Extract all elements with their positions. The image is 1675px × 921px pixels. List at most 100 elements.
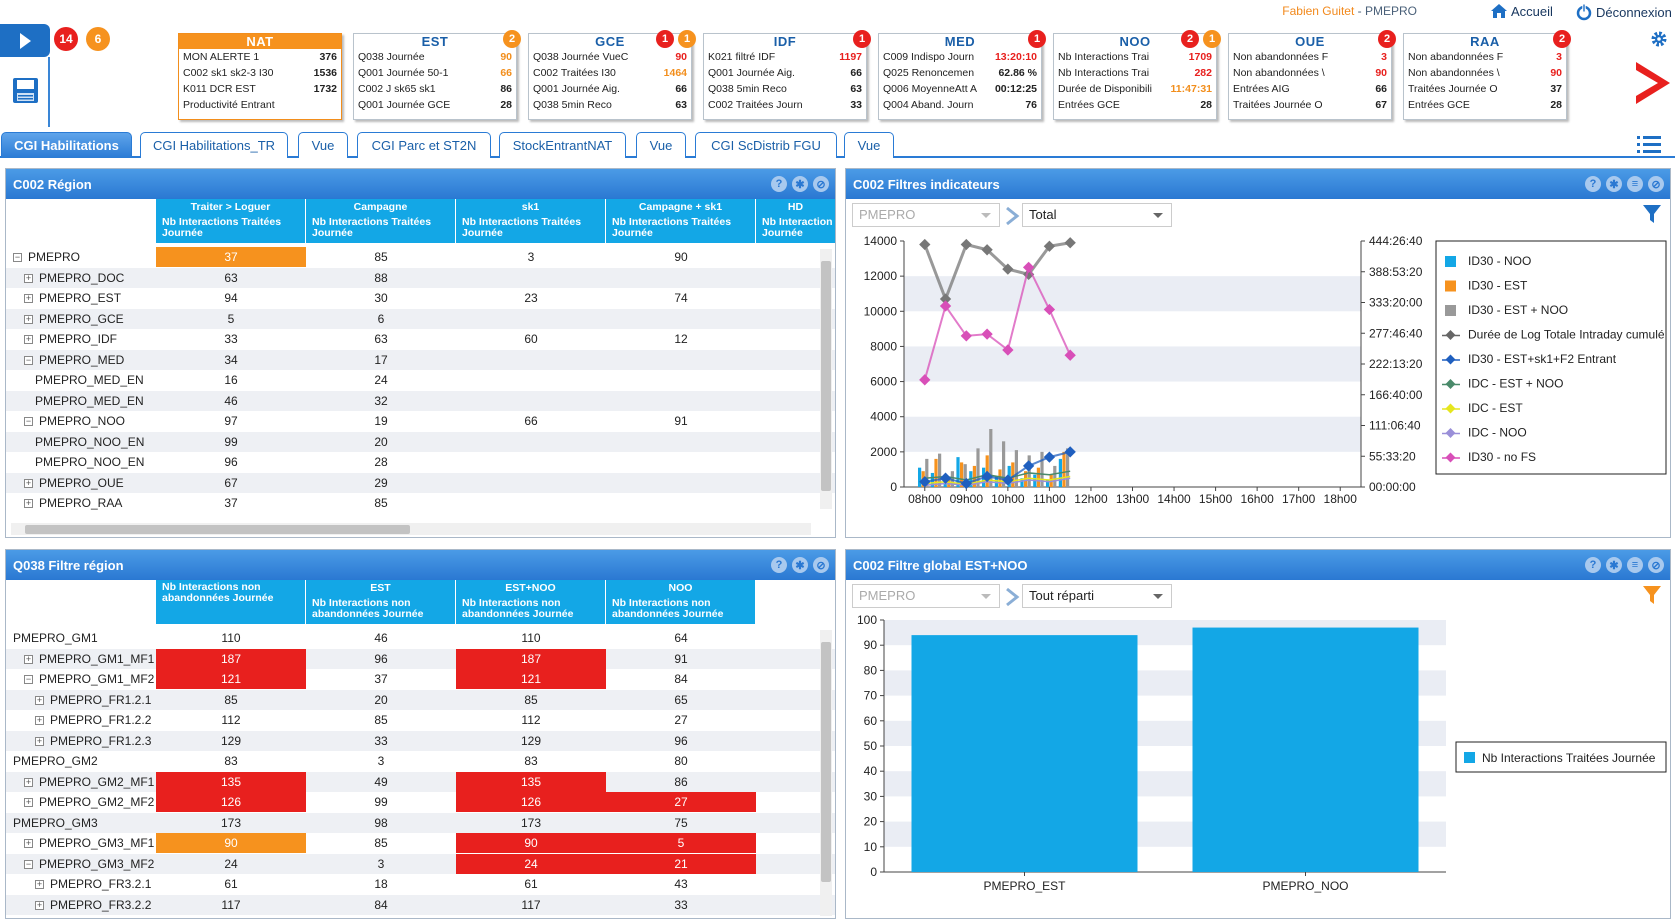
expand-icon[interactable]: + xyxy=(35,900,44,910)
row-label[interactable]: + PMEPRO_EST xyxy=(6,288,156,308)
row-label[interactable]: PMEPRO_NOO_EN xyxy=(6,432,156,452)
row-label[interactable]: − PMEPRO_GM1_MF2 xyxy=(6,669,156,689)
card-red-badge[interactable]: 2 xyxy=(1378,30,1396,48)
table-row[interactable]: + PMEPRO_DOC 63 88 xyxy=(6,267,835,288)
kpi-row[interactable]: Traitées Journée O 67 xyxy=(1229,97,1391,113)
row-label[interactable]: PMEPRO_MED_EN xyxy=(6,370,156,390)
table-row[interactable]: PMEPRO_GM1 110 46 110 64 xyxy=(6,628,835,648)
table-row[interactable]: − PMEPRO_NOO 97 19 66 91 xyxy=(6,411,835,431)
filter-icon[interactable] xyxy=(1642,203,1662,225)
column-subheader[interactable]: Nb Interactions Traitées Journée xyxy=(456,215,606,243)
row-label[interactable]: + PMEPRO_RAA xyxy=(6,493,156,513)
card-orange-badge[interactable]: 2 xyxy=(503,30,521,48)
bar-pmepro_noo[interactable] xyxy=(1192,627,1419,872)
expand-icon[interactable]: + xyxy=(35,880,44,890)
collapse-icon[interactable]: − xyxy=(24,417,33,427)
play-button[interactable] xyxy=(0,24,50,57)
expand-icon[interactable]: + xyxy=(35,695,44,705)
kpi-row[interactable]: Nb Interactions Trai 1709 xyxy=(1054,49,1216,65)
expand-icon[interactable]: + xyxy=(24,798,33,808)
horizontal-scrollbar[interactable] xyxy=(11,523,811,535)
card-red-badge[interactable]: 1 xyxy=(1028,30,1046,48)
column-subheader[interactable]: Nb Interactions Traitées Journée xyxy=(606,215,756,243)
tab-1[interactable]: CGI Habilitations_TR xyxy=(140,132,288,158)
scroll-thumb[interactable] xyxy=(821,642,831,882)
row-label[interactable]: + PMEPRO_GCE xyxy=(6,309,156,329)
column-group-header[interactable]: HD xyxy=(756,199,835,215)
row-label[interactable]: − PMEPRO_NOO xyxy=(6,411,156,431)
expand-icon[interactable]: + xyxy=(24,273,33,283)
kpi-row[interactable]: Non abandonnées F 3 xyxy=(1404,49,1566,65)
column-group-header[interactable]: Campagne + sk1 xyxy=(606,199,756,215)
kpi-row[interactable]: Productivité Entrant xyxy=(179,97,341,113)
table-row[interactable]: PMEPRO_MED_EN 16 24 xyxy=(6,370,835,390)
list-icon[interactable]: ≡ xyxy=(1627,557,1643,573)
expand-icon[interactable]: + xyxy=(24,499,33,509)
kpi-row[interactable]: Q038 5min Reco 63 xyxy=(704,81,866,97)
kpi-row[interactable]: Q001 Journée GCE 28 xyxy=(354,97,516,113)
legend-label[interactable]: IDC - EST xyxy=(1468,401,1523,415)
row-label[interactable]: − PMEPRO xyxy=(6,247,156,267)
expand-icon[interactable]: + xyxy=(35,716,44,726)
legend-label[interactable]: ID30 - no FS xyxy=(1468,450,1536,464)
kpi-row[interactable]: C002 sk1 sk2-3 I30 1536 xyxy=(179,65,341,81)
expand-icon[interactable]: + xyxy=(35,736,44,746)
card-red-badge[interactable]: 1 xyxy=(853,30,871,48)
row-label[interactable]: + PMEPRO_OUE xyxy=(6,473,156,493)
kpi-row[interactable]: Durée de Disponibili 11:47:31 xyxy=(1054,81,1216,97)
kpi-row[interactable]: Q006 MoyenneAtt A 00:12:25 xyxy=(879,81,1041,97)
gear-icon[interactable]: ✱ xyxy=(792,176,808,192)
table-row[interactable]: − PMEPRO 37 85 3 90 xyxy=(6,247,835,267)
filter-icon[interactable] xyxy=(1642,584,1662,606)
kpi-row[interactable]: Non abandonnées \ 90 xyxy=(1404,65,1566,81)
row-label[interactable]: + PMEPRO_DOC xyxy=(6,268,156,288)
kpi-row[interactable]: K021 filtré IDF 1197 xyxy=(704,49,866,65)
table-row[interactable]: PMEPRO_NOO_EN 96 28 xyxy=(6,452,835,472)
table-row[interactable]: + PMEPRO_GM2_MF1 135 49 135 86 xyxy=(6,771,835,792)
kpi-row[interactable]: K011 DCR EST 1732 xyxy=(179,81,341,97)
hscroll-thumb[interactable] xyxy=(25,525,410,534)
kpi-card-idf[interactable]: IDF K021 filtré IDF 1197 Q001 Journée Aig. 6… xyxy=(703,33,867,120)
tab-5[interactable]: Vue xyxy=(636,132,686,158)
row-label[interactable]: + PMEPRO_FR1.2.3 xyxy=(6,731,156,751)
kpi-row[interactable]: C002 Traitées Journ 33 xyxy=(704,97,866,113)
table-row[interactable]: + PMEPRO_FR1.2.1 85 20 85 65 xyxy=(6,689,835,710)
column-group-header[interactable]: Campagne xyxy=(306,199,456,215)
row-label[interactable]: PMEPRO_NOO_EN xyxy=(6,452,156,472)
row-label[interactable]: PMEPRO_GM3 xyxy=(6,813,156,833)
tab-6[interactable]: CGI ScDistrib FGU xyxy=(695,132,837,158)
kpi-row[interactable]: Entrées GCE 28 xyxy=(1404,97,1566,113)
tab-4[interactable]: StockEntrantNAT xyxy=(499,132,626,158)
kpi-row[interactable]: Entrées GCE 28 xyxy=(1054,97,1216,113)
vertical-scrollbar[interactable] xyxy=(820,249,832,509)
kpi-card-est[interactable]: EST Q038 Journée 90 Q001 Journée 50-1 66 C002… xyxy=(353,33,517,120)
kpi-row[interactable]: Q038 5min Reco 63 xyxy=(529,97,691,113)
tab-2[interactable]: Vue xyxy=(298,132,348,158)
list-icon[interactable]: ≡ xyxy=(1627,176,1643,192)
kpi-row[interactable]: MON ALERTE 1 376 xyxy=(179,49,341,65)
expand-icon[interactable]: + xyxy=(24,335,33,345)
region-select[interactable]: PMEPRO xyxy=(852,203,1000,227)
expand-icon[interactable]: + xyxy=(24,777,33,787)
vertical-scrollbar[interactable] xyxy=(820,630,832,916)
collapse-icon[interactable]: − xyxy=(24,675,33,685)
legend-label[interactable]: IDC - NOO xyxy=(1468,426,1527,440)
table-row[interactable]: + PMEPRO_GCE 5 6 xyxy=(6,308,835,329)
table-row[interactable]: PMEPRO_GM2 83 3 83 80 xyxy=(6,751,835,771)
close-icon[interactable]: ⊘ xyxy=(1648,176,1664,192)
close-icon[interactable]: ⊘ xyxy=(813,557,829,573)
column-subheader[interactable]: Nb Interactions non abandonnées Journée xyxy=(606,596,756,624)
column-group-header[interactable]: NOO xyxy=(606,580,756,596)
expand-icon[interactable]: + xyxy=(24,839,33,849)
column-group-header[interactable]: sk1 xyxy=(456,199,606,215)
row-label[interactable]: PMEPRO_MED_EN xyxy=(6,391,156,411)
table-row[interactable]: + PMEPRO_FR1.2.3 129 33 129 96 xyxy=(6,730,835,751)
help-icon[interactable]: ? xyxy=(1585,176,1601,192)
table-row[interactable]: PMEPRO_MED_EN 46 32 xyxy=(6,390,835,411)
column-subheader[interactable]: Nb Interaction Journée xyxy=(756,215,835,243)
card-red-badge[interactable]: 2 xyxy=(1181,30,1199,48)
kpi-card-oue[interactable]: OUE Non abandonnées F 3 Non abandonnées \ 90… xyxy=(1228,33,1392,120)
kpi-row[interactable]: Q038 Journée 90 xyxy=(354,49,516,65)
logout-link[interactable]: Déconnexion xyxy=(1575,3,1672,21)
column-subheader[interactable]: Nb Interactions non abandonnées Journée xyxy=(306,596,456,624)
